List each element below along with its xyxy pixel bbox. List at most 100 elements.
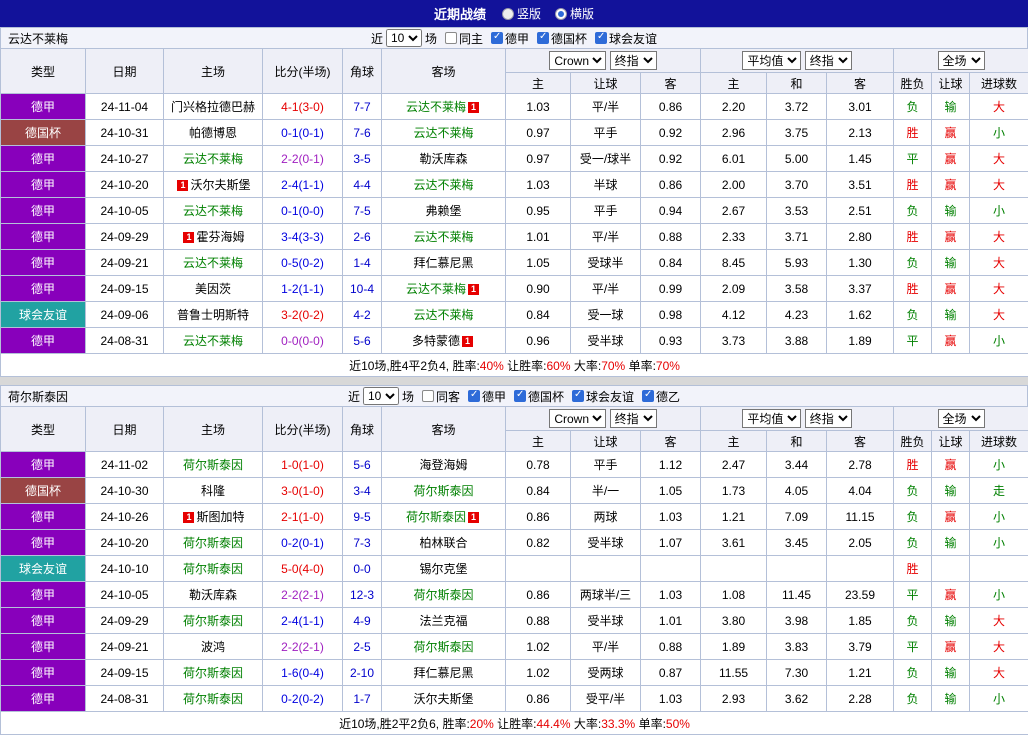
col-date: 日期 [86,49,164,94]
layout-radio-vertical[interactable]: 竖版 [502,5,541,22]
result-outcome: 胜 [894,120,932,146]
avg-odds-draw: 5.00 [767,146,827,172]
filter-bar: 近10场同主德甲德国杯球会友谊 [371,29,657,47]
team-link: 沃尔夫斯堡 [413,692,473,706]
match-score: 2-1(1-0) [263,504,343,530]
team-link: 云达不莱梅 [183,152,243,166]
result-goals [970,556,1028,582]
home-team-cell: 云达不莱梅 [164,198,263,224]
result-handicap: 赢 [932,120,970,146]
handicap-odds-home: 0.96 [506,328,571,354]
final-odds-select[interactable]: 终指 [610,409,657,428]
col-score: 比分(半场) [263,49,343,94]
final-odds-select[interactable]: 终指 [610,51,657,70]
final-odds-select[interactable]: 终指 [805,51,852,70]
page-title: 近期战绩 [434,4,486,23]
col-result: 胜负 [894,73,932,94]
filter-checkbox[interactable]: 球会友谊 [595,30,657,47]
corner-count: 3-5 [343,146,382,172]
home-team-cell: 荷尔斯泰因 [164,608,263,634]
scope-select[interactable]: 全场 [938,409,985,428]
summary-text: 让胜率: [494,717,537,731]
result-goals: 大 [970,276,1028,302]
away-team-cell: 云达不莱梅1 [382,94,506,120]
away-team-cell: 云达不莱梅 [382,302,506,328]
avg-odds-draw: 3.62 [767,686,827,712]
col-odds-away: 客 [641,73,701,94]
summary-row: 近10场,胜4平2负4, 胜率:40% 让胜率:60% 大率:70% 单率:70… [1,354,1028,377]
radio-label: 竖版 [517,5,541,22]
result-handicap: 赢 [932,504,970,530]
match-date: 24-11-04 [86,94,164,120]
avg-odds-home: 1.08 [701,582,767,608]
match-count-select[interactable]: 10 [363,387,399,405]
scope-select[interactable]: 全场 [938,51,985,70]
match-date: 24-10-10 [86,556,164,582]
filter-checkbox[interactable]: 同客 [422,388,460,405]
corner-count: 7-5 [343,198,382,224]
col-odds-line: 让球 [571,431,641,452]
handicap-line: 两球 [571,504,641,530]
team-link: 云达不莱梅 [413,126,473,140]
average-select[interactable]: 平均值 [742,409,801,428]
avg-odds-draw: 3.44 [767,452,827,478]
team-link: 云达不莱梅 [183,204,243,218]
filter-checkbox[interactable]: 德国杯 [514,388,564,405]
filter-checkbox[interactable]: 德甲 [491,30,529,47]
away-team-cell: 荷尔斯泰因 [382,634,506,660]
corner-count: 4-4 [343,172,382,198]
filter-bar: 近10场同客德甲德国杯球会友谊德乙 [348,387,680,405]
match-row: 德甲24-10-201沃尔夫斯堡2-4(1-1)4-4云达不莱梅1.03半球0.… [1,172,1028,198]
league-badge: 德甲 [1,582,86,608]
team-link: 普鲁士明斯特 [177,308,249,322]
result-handicap: 输 [932,608,970,634]
team-link: 霍芬海姆 [196,230,244,244]
team-link: 荷尔斯泰因 [406,510,466,524]
result-handicap: 输 [932,250,970,276]
avg-odds-draw: 7.09 [767,504,827,530]
filter-checkbox[interactable]: 同主 [445,30,483,47]
filter-checkbox[interactable]: 球会友谊 [572,388,634,405]
bookmaker-select[interactable]: Crown [549,409,606,428]
col-avg-away: 客 [827,73,894,94]
team-link: 荷尔斯泰因 [413,588,473,602]
filter-checkbox[interactable]: 德甲 [468,388,506,405]
corner-count: 4-9 [343,608,382,634]
avg-odds-away: 1.62 [827,302,894,328]
handicap-line: 受平/半 [571,686,641,712]
bookmaker-select[interactable]: Crown [549,51,606,70]
average-select[interactable]: 平均值 [742,51,801,70]
layout-radio-horizontal[interactable]: 横版 [555,5,594,22]
summary-stat-value: 20% [470,717,494,731]
match-count-select[interactable]: 10 [386,29,422,47]
league-badge: 德甲 [1,686,86,712]
result-outcome: 胜 [894,452,932,478]
match-score: 0-1(0-0) [263,198,343,224]
handicap-odds-away: 0.99 [641,276,701,302]
handicap-line: 受一球 [571,302,641,328]
match-score: 5-0(4-0) [263,556,343,582]
filter-checkbox[interactable]: 德乙 [642,388,680,405]
checkbox-label: 球会友谊 [609,30,657,47]
league-badge: 球会友谊 [1,302,86,328]
home-team-cell: 荷尔斯泰因 [164,452,263,478]
away-team-cell: 勒沃库森 [382,146,506,172]
corner-count: 10-4 [343,276,382,302]
near-label: 近 [371,30,383,47]
col-date: 日期 [86,407,164,452]
handicap-odds-home: 0.84 [506,302,571,328]
layout-toggle-group: 竖版横版 [502,5,594,22]
summary-row: 近10场,胜2平2负6, 胜率:20% 让胜率:44.4% 大率:33.3% 单… [1,712,1028,735]
result-outcome: 胜 [894,556,932,582]
match-date: 24-09-21 [86,250,164,276]
final-odds-select[interactable]: 终指 [805,409,852,428]
team-link: 荷尔斯泰因 [183,614,243,628]
away-team-cell: 荷尔斯泰因 [382,582,506,608]
match-date: 24-11-02 [86,452,164,478]
team-link: 帕德博恩 [189,126,237,140]
handicap-line: 半球 [571,172,641,198]
summary-stat-value: 70% [656,359,680,373]
col-type: 类型 [1,407,86,452]
avg-odds-home: 2.09 [701,276,767,302]
filter-checkbox[interactable]: 德国杯 [537,30,587,47]
